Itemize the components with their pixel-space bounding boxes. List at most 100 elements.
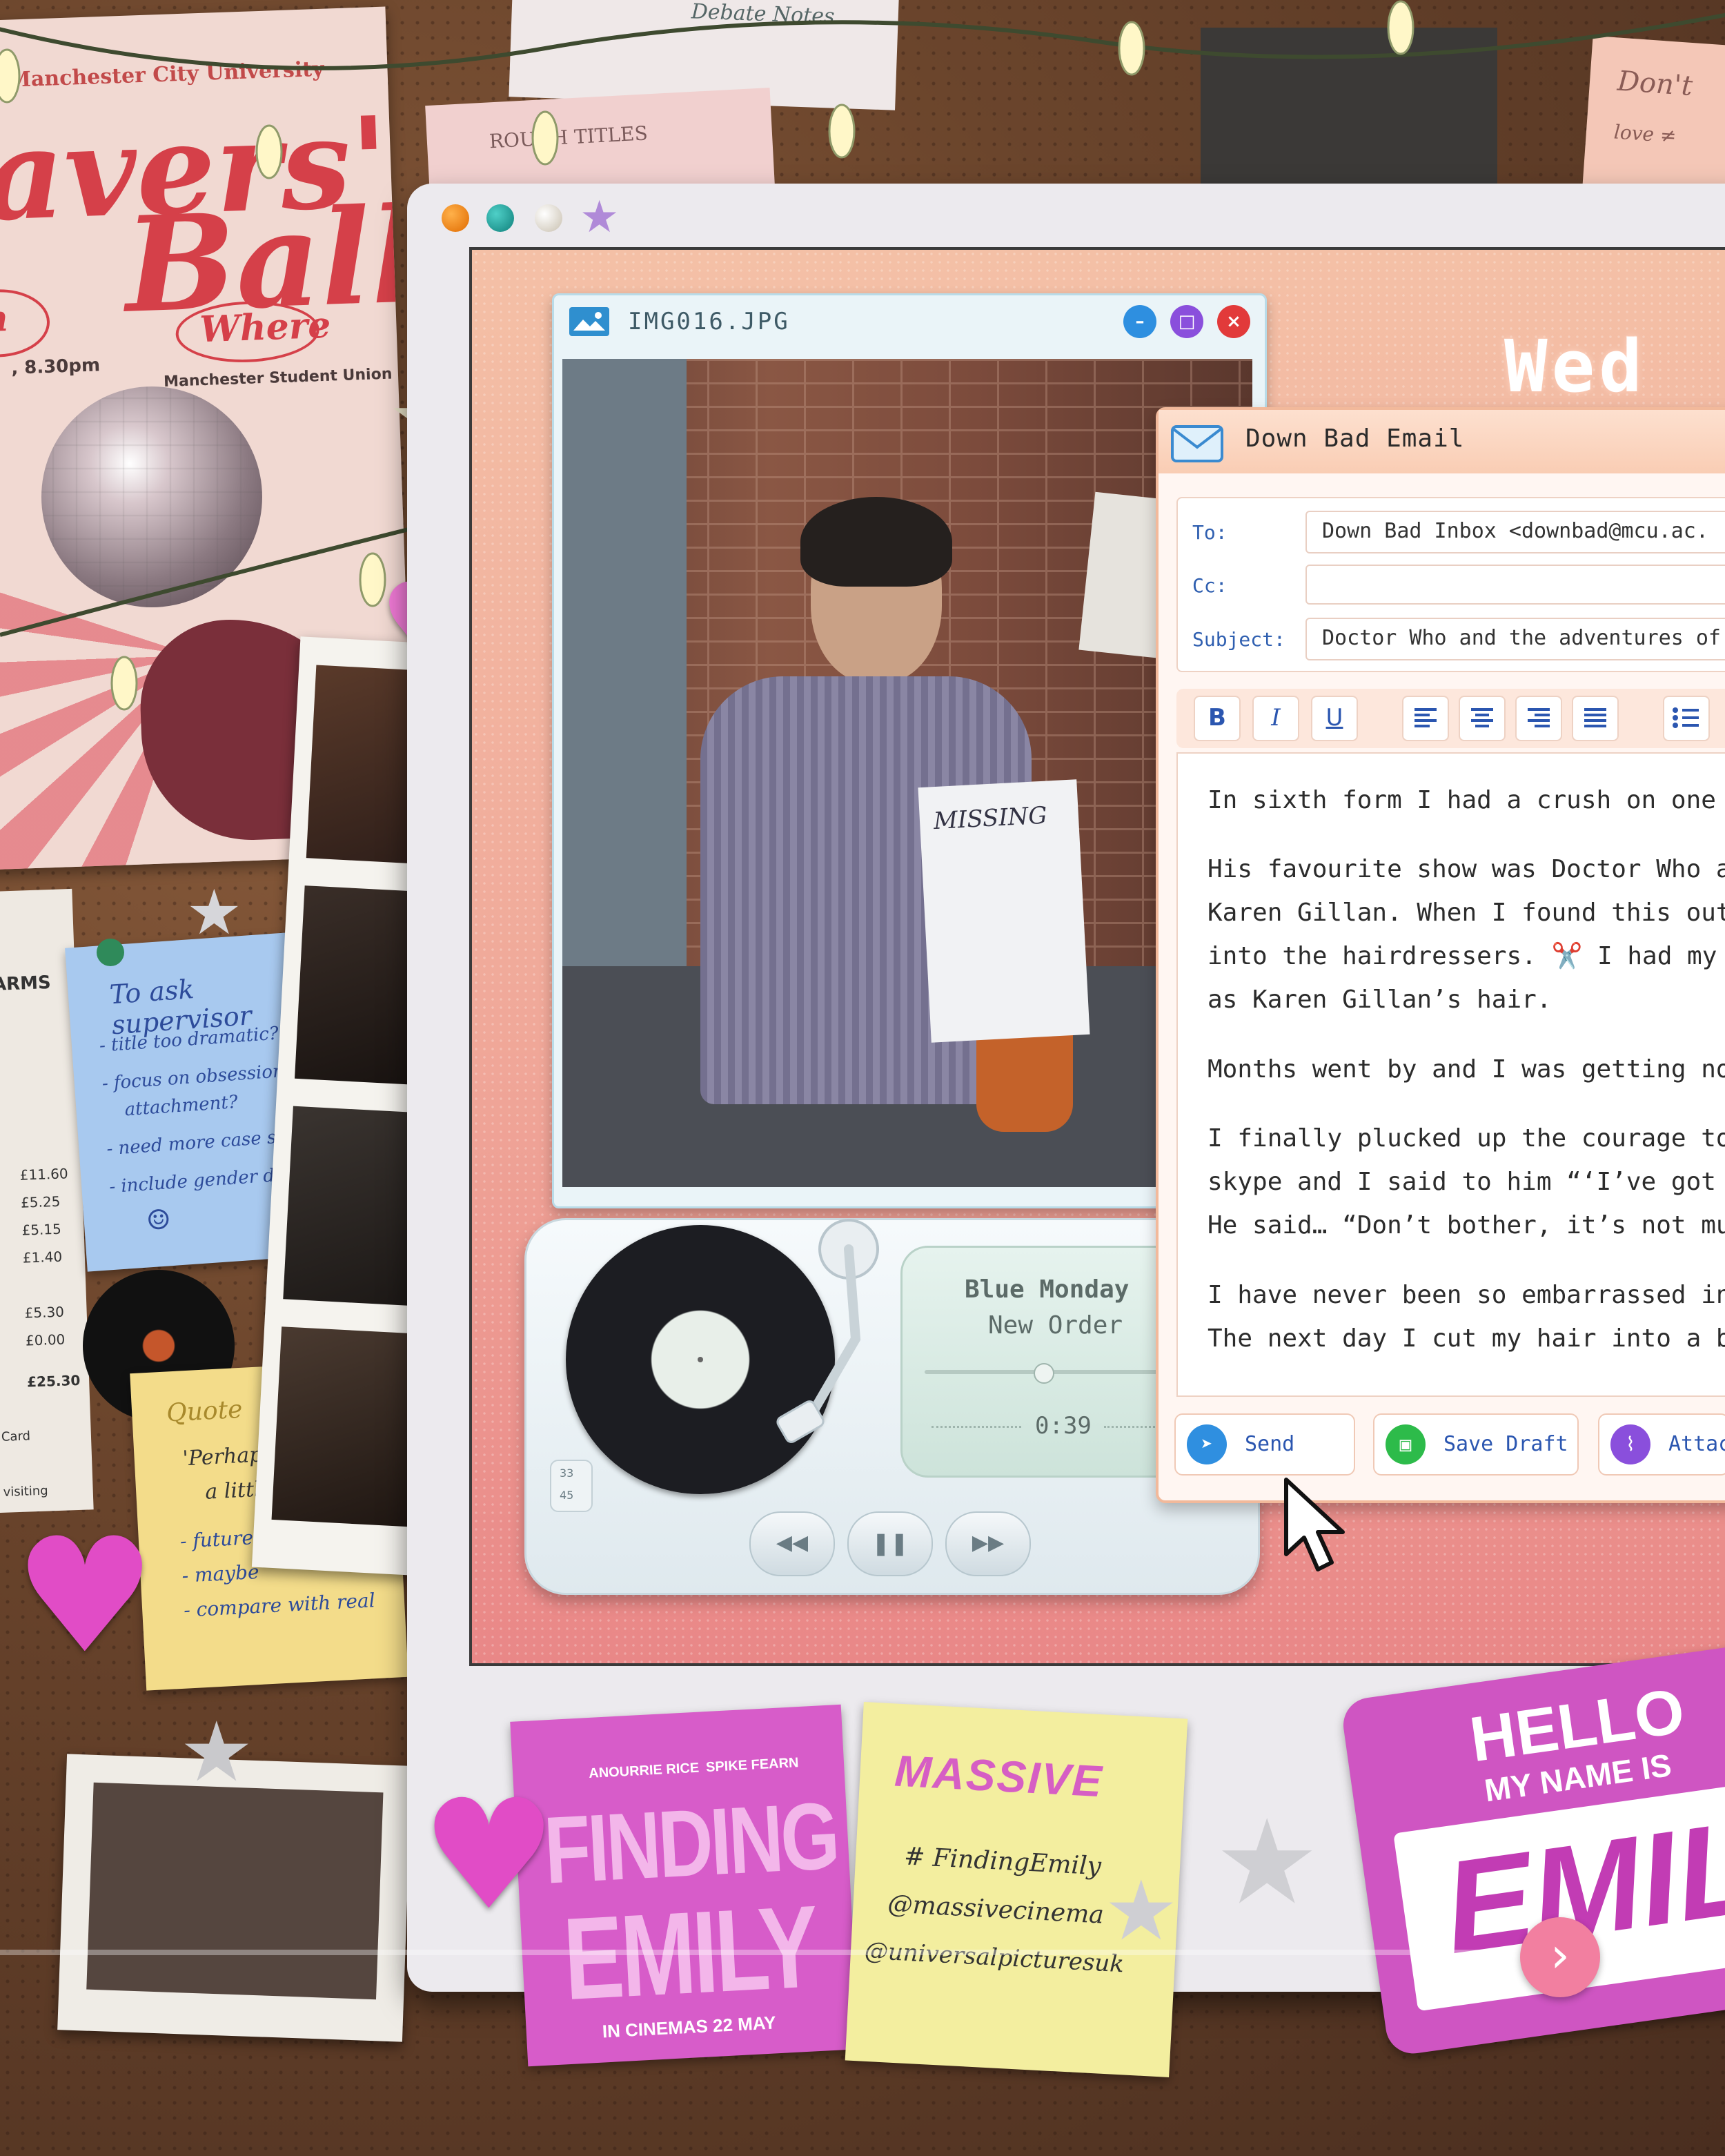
track-artist: New Order xyxy=(988,1311,1123,1340)
star-sticker-icon: ★ xyxy=(1104,1863,1179,1959)
to-field[interactable]: Down Bad Inbox <downbad@mcu.ac. xyxy=(1305,511,1725,553)
quote-note-line-3: - future xyxy=(179,1526,254,1553)
email-window-title: Down Bad Email xyxy=(1245,424,1465,453)
speed-switch[interactable]: 33 45 xyxy=(550,1460,593,1512)
send-label: Send xyxy=(1245,1432,1295,1456)
name-tag-sticker: HELLO MY NAME IS EMILY xyxy=(1339,1642,1725,2057)
receipt-header: ARMS xyxy=(0,972,52,995)
to-label: To: xyxy=(1192,521,1228,544)
window-dot-orange xyxy=(442,204,469,232)
save-draft-label: Save Draft xyxy=(1443,1432,1568,1456)
email-body-line: into the hairdressers. ✂️ I had my h xyxy=(1208,942,1725,970)
save-draft-button[interactable]: ▣ Save Draft xyxy=(1373,1413,1579,1476)
missing-sign: MISSING xyxy=(918,779,1090,1043)
send-button[interactable]: ➤ Send xyxy=(1174,1413,1355,1476)
supervisor-note-line-5: - include gender diff xyxy=(108,1164,294,1198)
seek-knob[interactable] xyxy=(1034,1363,1054,1384)
email-body-line: The next day I cut my hair into a bob xyxy=(1208,1324,1725,1353)
receipt-item-2: £5.25 xyxy=(20,1193,61,1211)
email-body-line: I have never been so embarrassed in xyxy=(1208,1281,1725,1309)
star-sticker-icon: ★ xyxy=(179,1705,254,1801)
attach-button[interactable]: ⌇ Attac xyxy=(1598,1413,1725,1476)
receipt-footer-1: Card xyxy=(1,1429,31,1444)
massive-brand: MASSIVE xyxy=(893,1745,1105,1807)
maximize-button[interactable]: □ xyxy=(1170,305,1203,338)
mouse-cursor-icon xyxy=(1284,1478,1345,1571)
align-left-icon[interactable] xyxy=(1402,696,1449,741)
align-right-icon[interactable] xyxy=(1515,696,1562,741)
quote-note-line-4: - maybe xyxy=(181,1560,260,1587)
bullet-list-icon[interactable] xyxy=(1663,696,1710,741)
receipt-item-5: £5.30 xyxy=(24,1303,65,1322)
close-button[interactable]: × xyxy=(1217,305,1250,338)
image-file-icon xyxy=(569,307,609,336)
receipt-item-3: £5.15 xyxy=(21,1220,62,1239)
polaroid-photo-image xyxy=(86,1782,384,2000)
heart-sticker-icon: ♥ xyxy=(14,1505,157,1689)
star-icon: ★ xyxy=(580,192,620,243)
forward-button[interactable]: ▶▶ xyxy=(945,1511,1031,1576)
email-body-line: He said… “Don’t bother, it’s not mut xyxy=(1208,1211,1725,1239)
bold-button[interactable]: B xyxy=(1194,696,1241,741)
pause-button[interactable]: ❚❚ xyxy=(847,1511,933,1576)
italic-button[interactable]: I xyxy=(1252,696,1299,741)
envelope-icon xyxy=(1171,425,1223,462)
underline-button[interactable]: U xyxy=(1311,696,1358,741)
poster-venue: Manchester Student Union xyxy=(163,365,393,391)
massive-tag-1: # FindingEmily xyxy=(903,1842,1102,1881)
image-window-title: IMG016.JPG xyxy=(628,308,790,335)
subject-field[interactable]: Doctor Who and the adventures of xyxy=(1305,618,1725,660)
star-sticker-icon: ★ xyxy=(1214,1794,1320,1931)
missing-sign-text: MISSING xyxy=(933,801,1048,836)
window-dot-teal xyxy=(486,204,514,232)
slide-progress-track xyxy=(0,1950,1725,1955)
email-body-line: His favourite show was Doctor Who a xyxy=(1208,855,1725,883)
supervisor-note-line-4: - need more case stu xyxy=(106,1126,296,1160)
email-body-line: skype and I said to him “‘I’ve got so xyxy=(1208,1168,1725,1196)
string-lights xyxy=(0,0,1725,179)
supervisor-note-smiley: ☺ xyxy=(145,1204,172,1237)
email-body-line: Months went by and I was getting no xyxy=(1208,1055,1725,1084)
minimize-button[interactable]: – xyxy=(1123,305,1156,338)
heart-sticker-icon: ♥ xyxy=(421,1767,558,1943)
finding-emily-sticker: ANOURRIE RICE SPIKE FEARN FINDING EMILY … xyxy=(510,1704,859,2067)
next-slide-button[interactable]: › xyxy=(1520,1917,1600,1997)
quote-note-title: Quote xyxy=(166,1395,244,1428)
poster-time: , 8.30pm xyxy=(10,355,101,379)
align-center-icon[interactable] xyxy=(1459,696,1506,741)
send-icon: ➤ xyxy=(1187,1424,1227,1464)
poster-where: Where xyxy=(199,304,332,351)
string-lights-lower xyxy=(0,522,428,711)
email-body-line: Karen Gillan. When I found this out I xyxy=(1208,899,1725,927)
green-pushpin xyxy=(97,939,124,966)
seek-track xyxy=(925,1370,1187,1374)
speed-45: 45 xyxy=(560,1489,574,1502)
align-justify-icon[interactable] xyxy=(1572,696,1619,741)
rewind-button[interactable]: ◀◀ xyxy=(749,1511,835,1576)
email-body-line: as Karen Gillan’s hair. xyxy=(1208,986,1552,1014)
supervisor-note-line-2: - focus on obsession xyxy=(101,1061,285,1095)
massive-tag-3: @universalpicturesuk xyxy=(864,1937,1125,1979)
record-spindle xyxy=(698,1357,703,1362)
poster-left-badge-text: n xyxy=(0,297,9,341)
save-icon: ▣ xyxy=(1386,1424,1426,1464)
attach-label: Attac xyxy=(1668,1432,1725,1456)
elapsed-time: 0:39 xyxy=(1035,1412,1092,1440)
receipt-footer-2: visiting xyxy=(3,1483,48,1500)
photo-image: MISSING xyxy=(562,359,1252,1187)
supervisor-note-line-3: attachment? xyxy=(124,1091,239,1121)
massive-tag-2: @massivecinema xyxy=(887,1890,1105,1930)
window-dot-pearl xyxy=(535,204,562,232)
subject-label: Subject: xyxy=(1192,628,1285,651)
speed-33: 33 xyxy=(560,1467,574,1480)
dotted-line-left xyxy=(931,1426,1021,1428)
track-title: Blue Monday xyxy=(965,1275,1130,1304)
cc-field[interactable] xyxy=(1305,565,1725,605)
sticker-credit-2: SPIKE FEARN xyxy=(705,1755,799,1776)
cc-label: Cc: xyxy=(1192,574,1228,597)
person-hair xyxy=(800,497,952,587)
email-body-line: In sixth form I had a crush on one of xyxy=(1208,786,1725,814)
sticker-credit-1: ANOURRIE RICE xyxy=(588,1760,700,1782)
tonearm[interactable] xyxy=(731,1215,883,1449)
star-sticker-icon: ★ xyxy=(186,876,242,949)
